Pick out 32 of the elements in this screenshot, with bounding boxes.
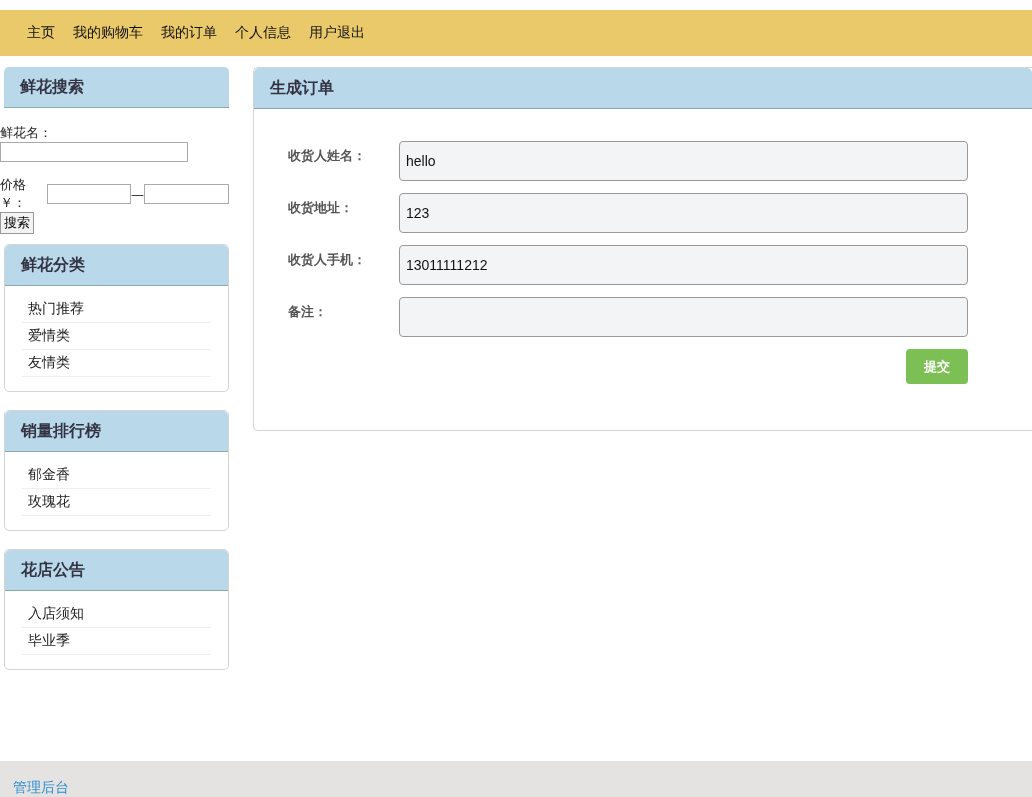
nav-link[interactable]: 用户退出 [309,24,365,42]
input-field[interactable]: hello [399,141,968,181]
list-item[interactable]: 郁金香 [22,462,211,489]
max-price-field[interactable] [144,184,229,204]
panel-header: 鲜花分类 [5,245,228,286]
list-item[interactable]: 玫瑰花 [22,489,211,516]
list-item[interactable]: 入店须知 [22,601,211,628]
nav-link[interactable]: 我的订单 [161,24,217,42]
field-label: 鲜花名： [0,124,53,142]
list-item[interactable]: 毕业季 [22,628,211,655]
panel-header: 花店公告 [5,550,228,591]
field-label: 收货地址： [288,199,354,217]
nav-link[interactable]: 我的购物车 [73,24,143,42]
list-item[interactable]: 友情类 [22,350,211,377]
nav-link[interactable]: 个人信息 [235,24,291,42]
panel-header: 鲜花搜索 [4,67,229,108]
input-field[interactable]: 123 [399,193,968,233]
name-field[interactable] [0,142,188,162]
field-label: 价格￥： [0,176,27,212]
panel-header: 销量排行榜 [5,411,228,452]
list-item[interactable]: 爱情类 [22,323,211,350]
input-field[interactable]: 13011111212 [399,245,968,285]
field-label: 备注： [288,303,328,321]
search-button[interactable]: 搜索 [0,212,34,234]
list-item[interactable]: 热门推荐 [22,296,211,323]
range-separator: — [131,186,144,202]
field-label: 收货人姓名： [288,147,367,165]
min-price-field[interactable] [47,184,131,204]
panel-header: 生成订单 [254,68,1032,109]
field-label: 收货人手机： [288,251,367,269]
input-field[interactable] [399,297,968,337]
nav-link[interactable]: 主页 [27,24,55,42]
